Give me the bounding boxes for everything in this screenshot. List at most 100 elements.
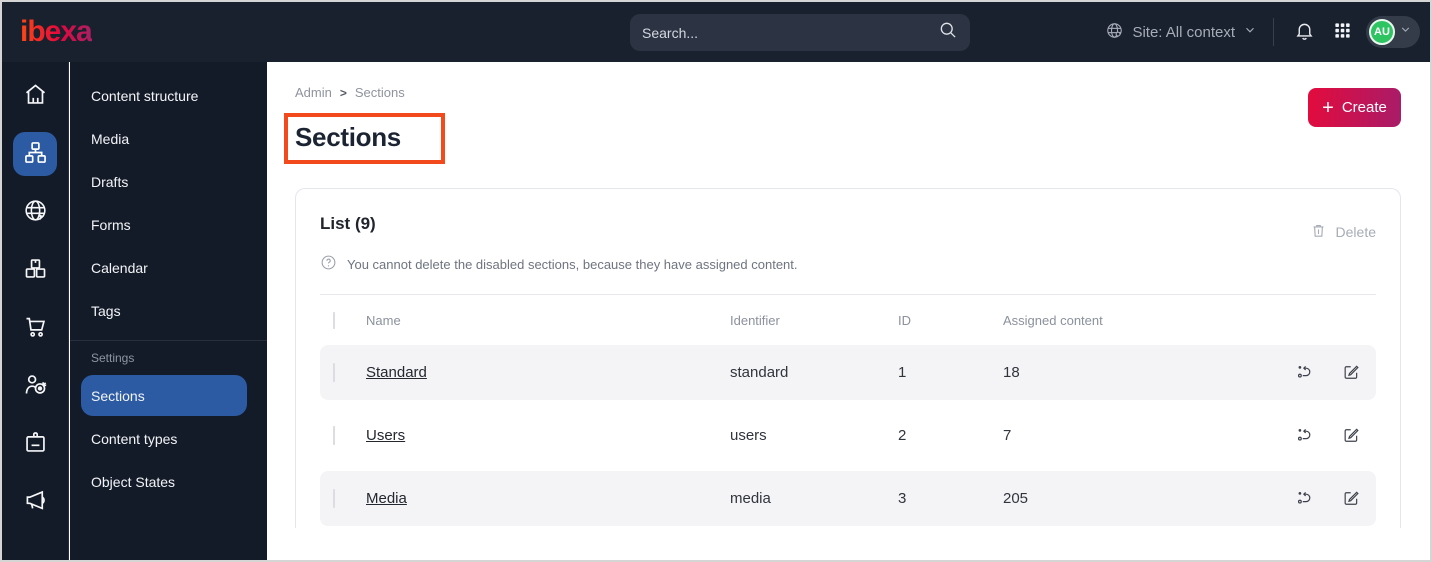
column-header-name: Name: [366, 312, 401, 328]
menu-item-sections[interactable]: Sections: [81, 375, 247, 416]
delete-button[interactable]: Delete: [1310, 222, 1376, 242]
top-bar: ibexa Site: All context: [2, 2, 1430, 62]
edit-button[interactable]: [1340, 423, 1363, 449]
assign-content-icon: [1295, 362, 1314, 384]
commerce-cart-icon: [22, 313, 49, 343]
edit-button[interactable]: [1340, 360, 1363, 386]
plus-icon: +: [1322, 96, 1334, 119]
rail-item-site[interactable]: [13, 190, 57, 234]
rail-item-content[interactable]: [13, 132, 57, 176]
topbar-actions: Site: All context AU: [1105, 2, 1420, 62]
section-assigned-count: 18: [1003, 364, 1020, 381]
search-icon[interactable]: [938, 20, 958, 45]
annotation-highlight-box: Sections: [284, 113, 445, 164]
ibexa-admin-screen: ibexa Site: All context: [0, 0, 1432, 562]
app-switcher-button[interactable]: [1329, 17, 1356, 47]
delete-button-label: Delete: [1335, 224, 1376, 240]
menu-item-media[interactable]: Media: [70, 117, 267, 160]
user-menu[interactable]: AU: [1366, 16, 1420, 48]
section-identifier: users: [730, 427, 767, 444]
row-checkbox[interactable]: [333, 426, 335, 445]
table-row: Media media 3 205: [320, 471, 1376, 526]
rail-item-commerce[interactable]: [13, 306, 57, 350]
edit-icon: [1342, 425, 1361, 447]
help-icon: [320, 254, 337, 274]
section-id: 2: [898, 427, 907, 444]
bell-icon: [1294, 20, 1315, 44]
column-header-identifier: Identifier: [730, 312, 780, 328]
ibexa-logo[interactable]: ibexa: [20, 15, 93, 49]
marketing-megaphone-icon: [22, 487, 49, 517]
side-menu: Content structure Media Drafts Forms Cal…: [70, 62, 267, 560]
menu-item-content-structure[interactable]: Content structure: [70, 74, 267, 117]
list-help-text: You cannot delete the disabled sections,…: [347, 256, 798, 272]
column-header-assigned-content: Assigned content: [1003, 312, 1103, 328]
select-all-checkbox[interactable]: [333, 311, 335, 329]
search-bar[interactable]: [630, 14, 970, 51]
table-row: Standard standard 1 18: [320, 345, 1376, 400]
app-grid-icon: [1333, 21, 1352, 43]
table-row: Users users 2 7: [320, 408, 1376, 463]
rail-item-product-catalog[interactable]: [13, 248, 57, 292]
assign-content-button[interactable]: [1293, 423, 1316, 449]
section-name-link[interactable]: Standard: [366, 364, 427, 381]
edit-icon: [1342, 362, 1361, 384]
home-icon: [22, 81, 49, 111]
content-structure-icon: [22, 139, 49, 169]
rail-item-corporate[interactable]: [13, 422, 57, 466]
create-button-label: Create: [1341, 99, 1387, 116]
menu-item-object-states[interactable]: Object States: [81, 461, 247, 502]
sections-list-card: List (9) Delete You cannot delete the di…: [295, 188, 1401, 528]
edit-icon: [1342, 488, 1361, 510]
menu-item-tags[interactable]: Tags: [70, 289, 267, 332]
section-identifier: standard: [730, 364, 789, 381]
edit-button[interactable]: [1340, 486, 1363, 512]
product-catalog-icon: [22, 255, 49, 285]
rail-item-customers[interactable]: [13, 364, 57, 408]
list-title: List (9): [320, 214, 376, 233]
assign-content-icon: [1295, 488, 1314, 510]
notifications-button[interactable]: [1290, 16, 1319, 48]
section-name-link[interactable]: Media: [366, 490, 407, 507]
site-context-selector[interactable]: Site: All context: [1105, 21, 1257, 44]
menu-item-content-types[interactable]: Content types: [81, 418, 247, 459]
breadcrumb-separator: >: [339, 85, 347, 100]
site-context-label: Site: All context: [1132, 23, 1235, 41]
icon-rail: [2, 62, 69, 560]
search-input[interactable]: [642, 24, 938, 41]
main-content: Admin > Sections + Create Sections List …: [268, 62, 1430, 560]
menu-settings-header: Settings: [91, 351, 135, 365]
page-title: Sections: [295, 122, 401, 152]
create-button[interactable]: + Create: [1308, 88, 1401, 127]
section-assigned-count: 205: [1003, 490, 1029, 507]
site-icon: [22, 197, 49, 227]
rail-item-dashboard[interactable]: [13, 74, 57, 118]
section-id: 1: [898, 364, 907, 381]
customer-target-icon: [22, 371, 49, 401]
globe-icon: [1105, 21, 1124, 44]
chevron-down-icon: [1399, 23, 1412, 41]
breadcrumb-sections[interactable]: Sections: [355, 85, 405, 100]
row-checkbox[interactable]: [333, 489, 335, 508]
sections-table: Name Identifier ID Assigned content Stan…: [320, 294, 1376, 526]
menu-item-forms[interactable]: Forms: [70, 203, 267, 246]
section-id: 3: [898, 490, 907, 507]
menu-divider: [70, 340, 267, 341]
chevron-down-icon: [1243, 23, 1257, 41]
trash-icon: [1310, 222, 1327, 242]
section-identifier: media: [730, 490, 771, 507]
rail-item-marketing[interactable]: [13, 480, 57, 524]
avatar: AU: [1369, 19, 1395, 45]
breadcrumb-admin[interactable]: Admin: [295, 85, 332, 100]
column-header-id: ID: [898, 312, 911, 328]
row-checkbox[interactable]: [333, 363, 335, 382]
menu-item-calendar[interactable]: Calendar: [70, 246, 267, 289]
topbar-divider: [1273, 18, 1274, 46]
assign-content-button[interactable]: [1293, 486, 1316, 512]
menu-item-drafts[interactable]: Drafts: [70, 160, 267, 203]
section-assigned-count: 7: [1003, 427, 1012, 444]
table-header-row: Name Identifier ID Assigned content: [320, 295, 1376, 345]
assign-content-icon: [1295, 425, 1314, 447]
section-name-link[interactable]: Users: [366, 427, 405, 444]
assign-content-button[interactable]: [1293, 360, 1316, 386]
